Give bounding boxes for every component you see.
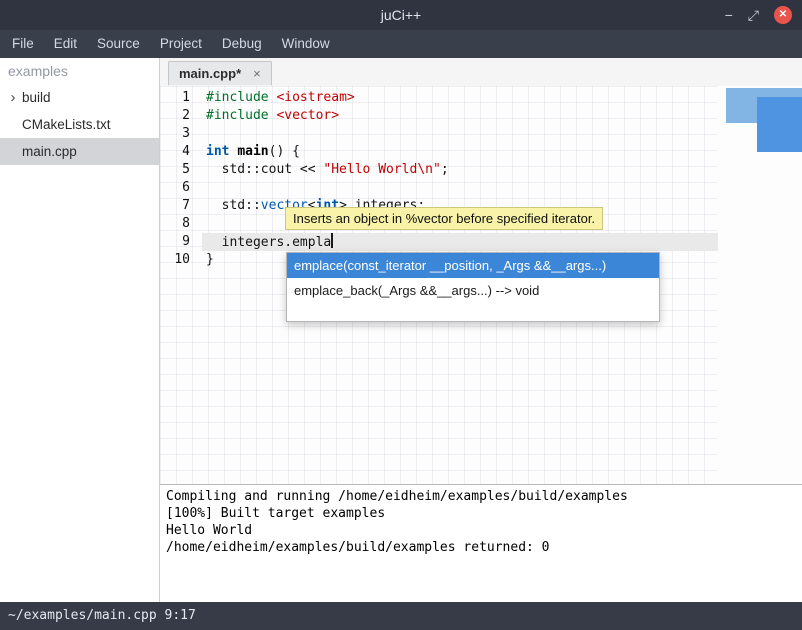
line-number: 5: [160, 161, 202, 179]
line-number: 7: [160, 197, 202, 215]
menubar: FileEditSourceProjectDebugWindow: [0, 30, 802, 58]
window-controls: − ⤢ ✕: [725, 0, 792, 30]
status-bar: ~/examples/main.cpp 9:17: [0, 602, 802, 630]
maximize-button[interactable]: ⤢: [748, 8, 759, 22]
tab-close-icon[interactable]: ×: [253, 66, 261, 81]
code-line-2[interactable]: 2#include <vector>: [160, 107, 718, 125]
line-number: 4: [160, 143, 202, 161]
completion-item[interactable]: emplace(const_iterator __position, _Args…: [287, 253, 659, 278]
output-line: Hello World: [166, 522, 802, 539]
menu-item-edit[interactable]: Edit: [44, 30, 87, 58]
menu-item-source[interactable]: Source: [87, 30, 150, 58]
project-root-label: examples: [0, 58, 159, 84]
scrollbar-thumb[interactable]: [757, 97, 802, 152]
minimize-button[interactable]: −: [725, 8, 733, 22]
sidebar-item-cmakelists-txt[interactable]: CMakeLists.txt: [0, 111, 159, 138]
file-tree-panel[interactable]: examples ›buildCMakeLists.txtmain.cpp: [0, 58, 160, 602]
sidebar-item-build[interactable]: ›build: [0, 84, 159, 111]
window-title: juCi++: [0, 0, 802, 30]
status-file-position: ~/examples/main.cpp 9:17: [0, 602, 802, 630]
code-line-1[interactable]: 1#include <iostream>: [160, 89, 718, 107]
menu-item-project[interactable]: Project: [150, 30, 212, 58]
tab-label: main.cpp*: [179, 66, 241, 81]
code-line-3[interactable]: 3: [160, 125, 718, 143]
line-number: 9: [160, 233, 202, 251]
output-panel[interactable]: Compiling and running /home/eidheim/exam…: [160, 484, 802, 602]
completion-popup[interactable]: emplace(const_iterator __position, _Args…: [286, 252, 660, 322]
code-line-6[interactable]: 6: [160, 179, 718, 197]
sidebar-item-label: main.cpp: [22, 138, 77, 165]
output-line: [100%] Built target examples: [166, 505, 802, 522]
code-text: integers.empla: [206, 233, 333, 251]
output-lines: Compiling and running /home/eidheim/exam…: [166, 488, 802, 556]
code-text: std::cout << "Hello World\n";: [206, 161, 449, 179]
output-line: /home/eidheim/examples/build/examples re…: [166, 539, 802, 556]
code-text: int main() {: [206, 143, 300, 161]
code-text: #include <iostream>: [206, 89, 355, 107]
close-button[interactable]: ✕: [774, 6, 792, 24]
output-line: Compiling and running /home/eidheim/exam…: [166, 488, 802, 505]
code-lines: 1#include <iostream>2#include <vector>34…: [160, 86, 718, 269]
line-number: 8: [160, 215, 202, 233]
menu-item-window[interactable]: Window: [272, 30, 340, 58]
tab-bar: main.cpp* ×: [160, 58, 802, 86]
sidebar-item-main-cpp[interactable]: main.cpp: [0, 138, 159, 165]
line-number: 6: [160, 179, 202, 197]
sidebar-item-label: CMakeLists.txt: [22, 111, 111, 138]
juci-window: juCi++ − ⤢ ✕ FileEditSourceProjectDebugW…: [0, 0, 802, 630]
line-number: 2: [160, 107, 202, 125]
completion-item[interactable]: emplace_back(_Args &&__args...) --> void: [287, 278, 659, 303]
code-line-5[interactable]: 5 std::cout << "Hello World\n";: [160, 161, 718, 179]
line-number: 10: [160, 251, 202, 269]
code-line-9[interactable]: 9 integers.empla: [160, 233, 718, 251]
close-icon: ✕: [779, 10, 787, 20]
file-tree: ›buildCMakeLists.txtmain.cpp: [0, 84, 159, 165]
doc-tooltip: Inserts an object in %vector before spec…: [285, 207, 603, 230]
menu-item-file[interactable]: File: [2, 30, 44, 58]
code-text: #include <vector>: [206, 107, 339, 125]
sidebar-item-label: build: [22, 84, 51, 111]
tab-main-cpp[interactable]: main.cpp* ×: [168, 61, 272, 85]
text-cursor: [331, 233, 333, 248]
chevron-right-icon[interactable]: ›: [6, 84, 20, 111]
code-line-4[interactable]: 4int main() {: [160, 143, 718, 161]
menu-item-debug[interactable]: Debug: [212, 30, 272, 58]
titlebar: juCi++ − ⤢ ✕: [0, 0, 802, 30]
code-text: }: [206, 251, 214, 269]
line-number: 1: [160, 89, 202, 107]
line-number: 3: [160, 125, 202, 143]
